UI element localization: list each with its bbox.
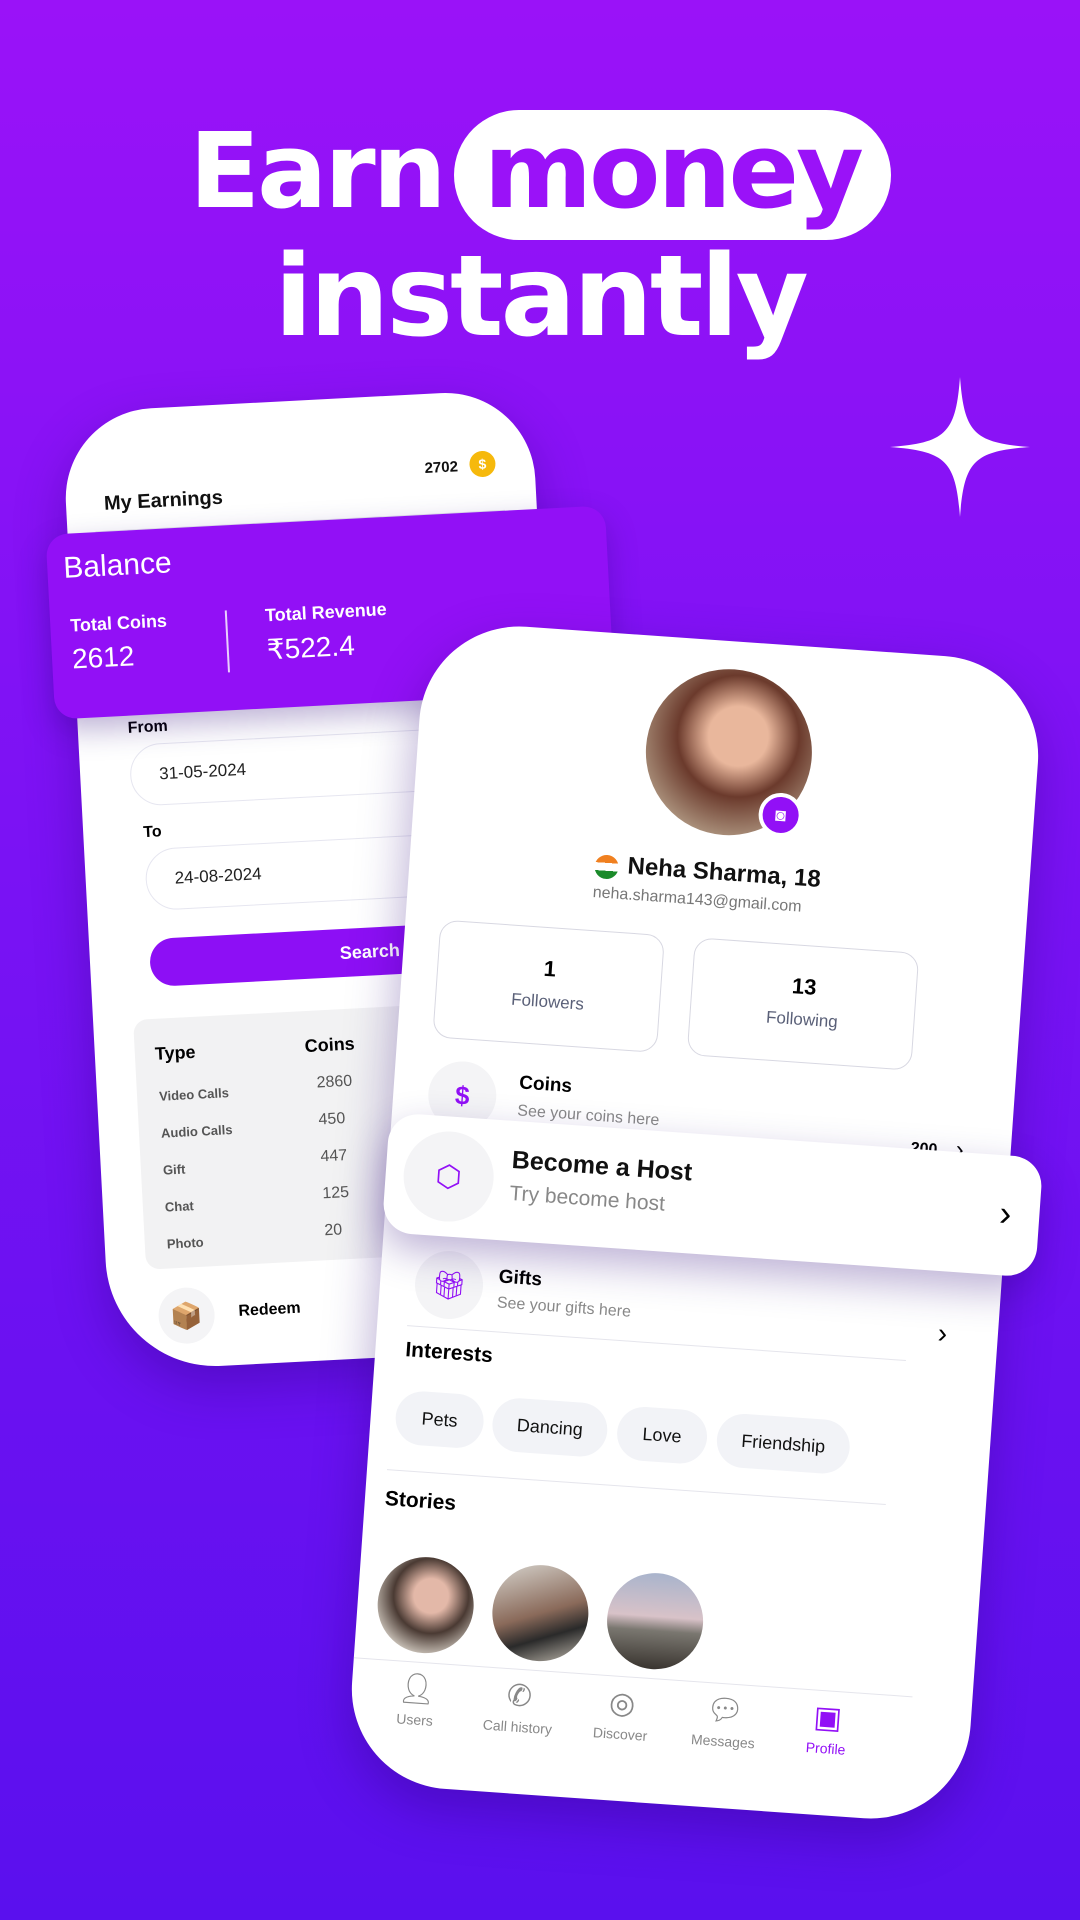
to-label: To <box>142 823 163 842</box>
following-stat[interactable]: 13 Following <box>686 937 920 1071</box>
story-thumbnail[interactable] <box>489 1561 592 1665</box>
headline-line-1: Earn money <box>0 110 1080 240</box>
story-thumbnail[interactable] <box>374 1553 477 1657</box>
host-title: Become a Host <box>510 1145 694 1187</box>
nav-item-messages[interactable]: 💬︎ Messages <box>667 1689 781 1753</box>
total-coins-value: 2612 <box>71 640 136 675</box>
chevron-right-icon[interactable]: › <box>998 1192 1013 1235</box>
row-type: Video Calls <box>158 1085 230 1104</box>
interest-chip[interactable]: Love <box>615 1405 709 1466</box>
nav-item-profile[interactable]: ▣ Profile <box>770 1697 884 1761</box>
headline-word: Earn <box>189 110 447 232</box>
nav-item-users[interactable]: 👤︎ Users <box>359 1668 473 1732</box>
row-type: Photo <box>166 1234 205 1252</box>
divider <box>386 1469 886 1505</box>
earnings-title: My Earnings <box>103 486 224 515</box>
total-revenue-value: ₹522.4 <box>266 629 356 666</box>
row-coins: 20 <box>323 1221 343 1240</box>
gold-coin-icon: $ <box>468 450 497 478</box>
gifts-title: Gifts <box>497 1266 543 1291</box>
gift-icon: 🎁︎ <box>412 1248 486 1322</box>
row-type: Chat <box>164 1198 195 1215</box>
row-coins: 125 <box>321 1183 350 1203</box>
headline-highlight: money <box>453 110 891 240</box>
divider <box>224 610 230 673</box>
interests-title: Interests <box>404 1338 494 1368</box>
story-thumbnail[interactable] <box>603 1569 707 1673</box>
row-coins: 450 <box>318 1110 346 1129</box>
row-type: Gift <box>162 1161 186 1178</box>
host-subtitle: Try become host <box>508 1181 666 1216</box>
total-coins-label: Total Coins <box>69 610 168 636</box>
interest-chip[interactable]: Friendship <box>715 1412 852 1476</box>
followers-count: 1 <box>542 955 557 982</box>
following-label: Following <box>765 1007 839 1032</box>
india-flag-icon <box>593 854 620 880</box>
coin-balance: 2702 <box>424 458 459 478</box>
from-label: From <box>127 717 169 737</box>
balance-title: Balance <box>62 546 173 585</box>
row-coins: 2860 <box>316 1072 353 1092</box>
stories-title: Stories <box>384 1487 457 1515</box>
column-header-coins: Coins <box>304 1033 356 1057</box>
host-badge-icon: ⬡ <box>400 1128 497 1225</box>
gift-box-icon: 📦 <box>157 1286 217 1346</box>
sparkle-icon <box>890 377 1030 517</box>
gifts-subtitle: See your gifts here <box>496 1294 632 1321</box>
headline-line-2: instantly <box>274 232 809 362</box>
column-header-type: Type <box>154 1041 197 1064</box>
row-coins: 447 <box>320 1147 348 1166</box>
followers-stat[interactable]: 1 Followers <box>432 919 665 1053</box>
total-revenue-label: Total Revenue <box>264 599 388 626</box>
row-type: Audio Calls <box>160 1121 233 1141</box>
nav-item-discover[interactable]: ◎ Discover <box>565 1682 679 1746</box>
coins-title: Coins <box>518 1072 573 1098</box>
coins-row[interactable]: $ Coins See your coins here 200 › <box>426 620 1044 1164</box>
nav-item-call-history[interactable]: ✆ Call history <box>462 1675 576 1739</box>
interest-chip[interactable]: Pets <box>393 1389 486 1450</box>
following-count: 13 <box>791 973 818 1000</box>
redeem-link[interactable]: Redeem <box>238 1300 301 1321</box>
gifts-row[interactable]: 🎁︎ Gifts See your gifts here › <box>412 620 1044 1349</box>
interest-chip[interactable]: Dancing <box>490 1396 610 1459</box>
chevron-right-icon[interactable]: › <box>937 1317 948 1350</box>
followers-label: Followers <box>510 989 585 1014</box>
